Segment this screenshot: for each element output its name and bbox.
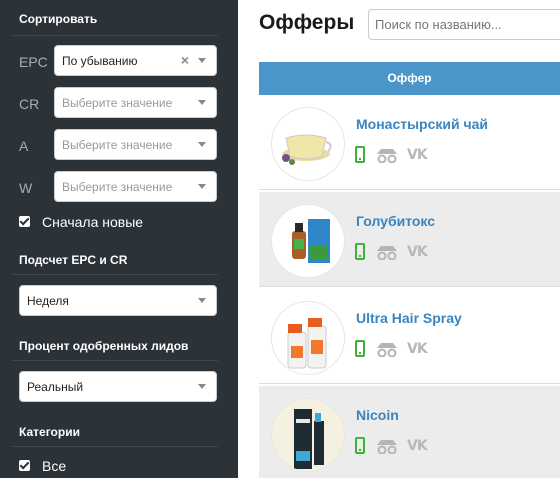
sort-epc-label: EPC (19, 54, 48, 70)
mobile-icon (355, 340, 365, 357)
vk-icon: VK (407, 438, 428, 454)
caret-down-icon (198, 58, 206, 63)
offer-image[interactable] (271, 204, 345, 278)
offer-row[interactable]: Голубитокс VK (259, 192, 560, 287)
count-period-value: Неделя (27, 294, 69, 308)
incognito-icon (377, 343, 397, 357)
sort-a-label: A (19, 138, 29, 154)
offer-row[interactable]: Nicoin VK (259, 386, 560, 478)
incognito-icon (377, 149, 397, 163)
newest-first-checkbox[interactable] (19, 216, 30, 227)
sort-epc-select[interactable]: По убыванию × (54, 45, 217, 76)
count-title: Подсчет EPC и CR (19, 253, 128, 267)
offer-image[interactable] (271, 107, 345, 181)
clear-icon[interactable]: × (181, 52, 189, 68)
offer-name-link[interactable]: Ultra Hair Spray (356, 310, 462, 326)
mobile-icon (355, 243, 365, 260)
incognito-icon (377, 246, 397, 260)
offer-column-header[interactable]: Оффер (259, 62, 560, 95)
newest-first-label: Сначала новые (42, 214, 144, 230)
incognito-icon (377, 440, 397, 454)
count-period-select[interactable]: Неделя (19, 285, 217, 316)
sort-cr-label: CR (19, 96, 40, 112)
sort-w-value: Выберите значение (62, 180, 173, 194)
caret-down-icon (198, 184, 206, 189)
offer-image[interactable] (271, 301, 345, 375)
caret-down-icon (198, 100, 206, 105)
offer-row[interactable]: Монастырский чай VK (259, 95, 560, 190)
approved-value: Реальный (27, 380, 84, 394)
offer-name-link[interactable]: Голубитокс (356, 213, 435, 229)
divider (12, 35, 218, 36)
sort-w-label: W (19, 180, 33, 196)
vk-icon: VK (407, 244, 428, 260)
search-placeholder: Поиск по названию... (375, 17, 502, 32)
approved-select[interactable]: Реальный (19, 371, 217, 402)
offer-name-link[interactable]: Nicoin (356, 407, 399, 423)
offer-image[interactable] (271, 398, 345, 472)
categories-all-checkbox[interactable] (19, 460, 30, 471)
page-title: Офферы (259, 11, 355, 34)
sort-a-value: Выберите значение (62, 138, 173, 152)
categories-title: Категории (19, 425, 80, 439)
vk-icon: VK (407, 341, 428, 357)
divider (12, 360, 218, 361)
mobile-icon (355, 437, 365, 454)
approved-title: Процент одобренных лидов (19, 339, 189, 353)
sort-a-select[interactable]: Выберите значение (54, 129, 217, 160)
search-input[interactable]: Поиск по названию... (368, 9, 560, 40)
offer-row[interactable]: Ultra Hair Spray VK (259, 289, 560, 384)
caret-down-icon (198, 298, 206, 303)
sort-cr-select[interactable]: Выберите значение (54, 87, 217, 118)
caret-down-icon (198, 384, 206, 389)
caret-down-icon (198, 142, 206, 147)
offer-name-link[interactable]: Монастырский чай (356, 116, 488, 132)
sort-title: Сортировать (19, 12, 98, 26)
sort-epc-value: По убыванию (62, 54, 138, 68)
divider (12, 274, 218, 275)
categories-all-label: Все (42, 458, 67, 474)
mobile-icon (355, 146, 365, 163)
sort-cr-value: Выберите значение (62, 96, 173, 110)
divider (12, 446, 218, 447)
sort-w-select[interactable]: Выберите значение (54, 171, 217, 202)
filters-sidebar: Сортировать EPC По убыванию × CR Выберит… (0, 0, 238, 478)
vk-icon: VK (407, 147, 428, 163)
